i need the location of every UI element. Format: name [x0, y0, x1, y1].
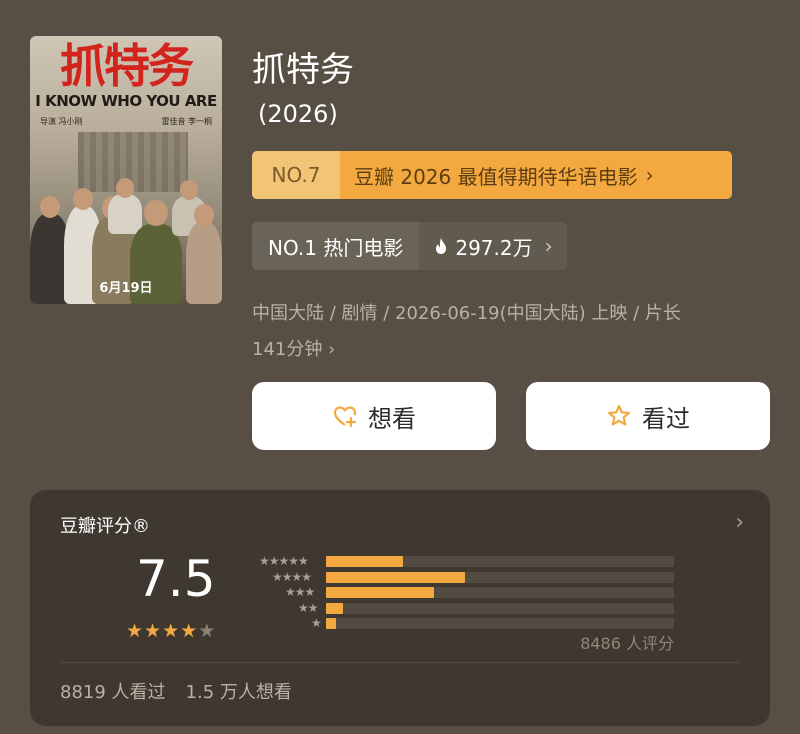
- rating-label: 豆瓣评分®: [60, 516, 150, 537]
- movie-meta[interactable]: 中国大陆 / 剧情 / 2026-06-19(中国大陆) 上映 / 片长 141…: [252, 296, 772, 368]
- poster-figure-head: [40, 196, 60, 218]
- poster-credits-left: 导演 冯小刚: [40, 117, 83, 126]
- want-count[interactable]: 1.5 万人想看: [186, 678, 292, 704]
- rating-bar-fill: [326, 602, 344, 614]
- rating-distribution-row: ★★★★: [246, 570, 676, 586]
- watched-label: 看过: [642, 404, 690, 433]
- hot-count-wrap: 297.2万 ›: [419, 222, 567, 270]
- poster-figure-head: [180, 180, 198, 200]
- poster-figure-head: [144, 200, 168, 226]
- chevron-right-icon: ›: [328, 339, 336, 360]
- star-filled-icon: ★: [180, 620, 199, 642]
- poster-figure-head: [194, 204, 214, 226]
- want-to-watch-label: 想看: [368, 404, 416, 433]
- star-filled-icon: ★: [126, 620, 145, 642]
- row-stars-icon: ★★★★★: [259, 554, 309, 568]
- rating-count: 8486 人评分: [580, 634, 674, 653]
- star-empty-icon: ★: [198, 620, 217, 642]
- poster-title: 抓特务: [60, 39, 194, 93]
- poster-figure: [108, 194, 142, 234]
- hot-count: 297.2万: [455, 235, 533, 260]
- rating-stars: ★★★★★: [126, 620, 216, 642]
- watch-stats: 8819 人看过 1.5 万人想看: [60, 678, 292, 704]
- ranking-number: NO.7: [252, 151, 340, 199]
- rating-bar-fill: [326, 571, 466, 583]
- divider: [60, 662, 740, 663]
- ranking-text: 豆瓣 2026 最值得期待华语电影: [354, 164, 638, 189]
- rating-bar-track: [326, 602, 674, 614]
- row-stars-icon: ★★★★: [272, 569, 312, 584]
- rating-bar-fill: [326, 556, 403, 567]
- rating-bar-track: [326, 571, 674, 583]
- poster-figure-head: [116, 178, 134, 198]
- rating-card[interactable]: 豆瓣评分® › 7.5 ★★★★★ ★★★★★ ★★★★ ★★★ ★★ ★ 8486 人…: [30, 490, 770, 726]
- rating-score: 7.5: [136, 550, 216, 608]
- ranking-text-wrap: 豆瓣 2026 最值得期待华语电影 ›: [340, 151, 732, 199]
- watched-button[interactable]: 看过: [526, 382, 770, 450]
- heart-plus-icon: [333, 406, 357, 428]
- movie-meta-line2: 141分钟: [252, 339, 323, 360]
- row-stars-icon: ★★: [298, 600, 318, 615]
- star-filled-icon: ★: [144, 620, 163, 642]
- ranking-banner[interactable]: NO.7 豆瓣 2026 最值得期待华语电影 ›: [252, 151, 732, 199]
- rating-distribution-row: ★★★: [246, 585, 676, 601]
- movie-poster[interactable]: 抓特务 I KNOW WHO YOU ARE 导演 冯小刚 雷佳音 李一桐 6月…: [30, 36, 222, 304]
- movie-meta-line2-wrap: 141分钟 ›: [252, 332, 772, 368]
- chevron-right-icon[interactable]: ›: [735, 510, 744, 535]
- poster-subtitle: I KNOW WHO YOU ARE: [35, 92, 217, 110]
- chevron-right-icon: ›: [645, 163, 654, 187]
- rating-bar-track: [326, 556, 674, 567]
- movie-title: 抓特务: [252, 50, 354, 90]
- star-filled-icon: ★: [162, 620, 181, 642]
- rating-distribution: ★★★★★ ★★★★ ★★★ ★★ ★: [246, 554, 676, 632]
- movie-meta-line1: 中国大陆 / 剧情 / 2026-06-19(中国大陆) 上映 / 片长: [252, 303, 681, 324]
- row-stars-icon: ★★★: [285, 585, 315, 599]
- rating-distribution-row: ★★: [246, 601, 676, 617]
- poster-date: 6月19日: [99, 281, 153, 296]
- want-to-watch-button[interactable]: 想看: [252, 382, 496, 450]
- row-stars-icon: ★: [311, 616, 322, 630]
- rating-bar-track: [326, 587, 674, 598]
- rating-bar-track: [326, 618, 674, 629]
- chevron-right-icon: ›: [544, 234, 553, 258]
- poster-credits: 导演 冯小刚 雷佳音 李一桐: [40, 116, 212, 127]
- rating-distribution-row: ★★★★★: [246, 554, 676, 570]
- poster-figure-head: [73, 188, 93, 210]
- rating-bar-fill: [326, 587, 434, 598]
- rating-bar-fill: [326, 618, 337, 629]
- hot-rank-label: NO.1 热门电影: [252, 222, 420, 270]
- movie-year: (2026): [258, 100, 338, 128]
- poster-credits-right: 雷佳音 李一桐: [161, 117, 212, 126]
- seen-count[interactable]: 8819 人看过: [60, 678, 166, 704]
- star-outline-icon: [608, 404, 630, 426]
- hot-movie-banner[interactable]: NO.1 热门电影 297.2万 ›: [252, 222, 567, 270]
- flame-icon: [436, 238, 447, 254]
